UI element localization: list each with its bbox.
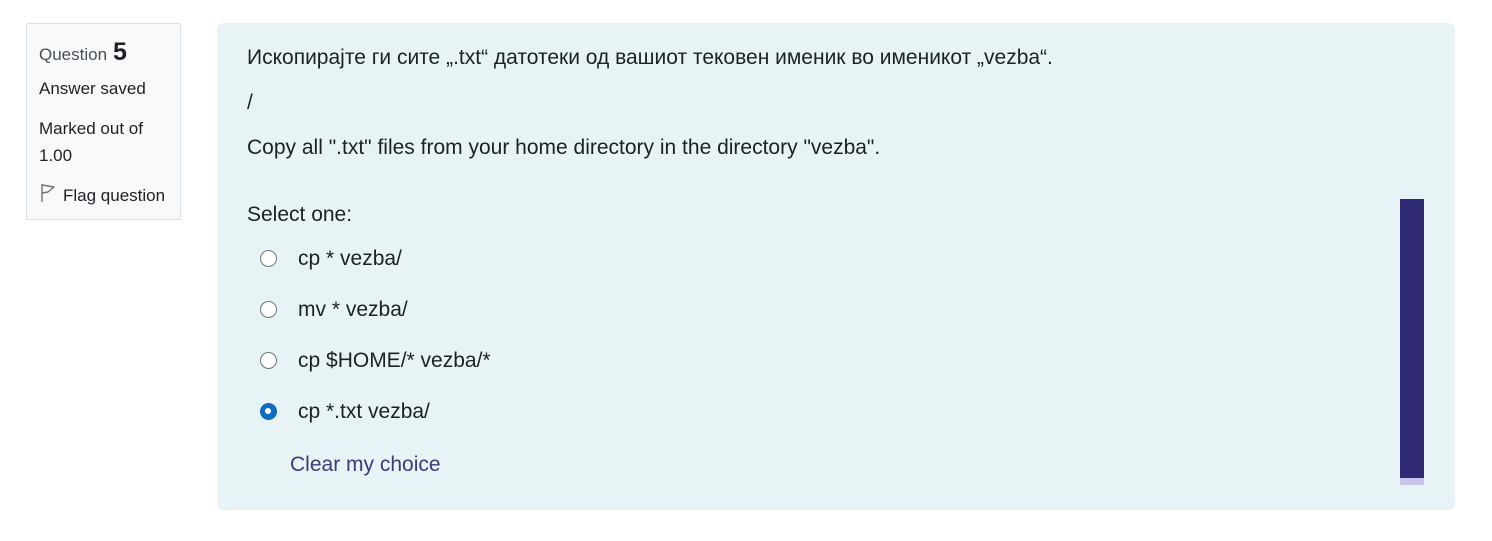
answer-option[interactable]: cp $HOME/* vezba/* [260, 335, 1425, 386]
question-label: Question [39, 45, 108, 64]
question-text-macedonian: Ископирајте ги сите „.txt“ датотеки од в… [247, 46, 1053, 69]
clear-choice-link[interactable]: Clear my choice [290, 453, 441, 477]
radio-button[interactable] [260, 352, 277, 369]
question-number-row: Question 5 [39, 38, 168, 67]
radio-button[interactable] [260, 250, 277, 267]
answer-options: cp * vezba/ mv * vezba/ cp $HOME/* vezba… [247, 233, 1425, 437]
option-label: mv * vezba/ [298, 297, 408, 321]
answer-option[interactable]: mv * vezba/ [260, 284, 1425, 335]
answer-option[interactable]: cp *.txt vezba/ [260, 386, 1425, 437]
flag-icon [39, 183, 63, 208]
flag-question-button[interactable]: Flag question [39, 183, 168, 208]
option-label: cp *.txt vezba/ [298, 399, 430, 423]
flag-label: Flag question [63, 185, 166, 205]
radio-button-selected[interactable] [260, 403, 277, 420]
question-content: Ископирајте ги сите „.txt“ датотеки од в… [217, 23, 1455, 510]
answer-option[interactable]: cp * vezba/ [260, 233, 1425, 284]
question-state: Answer saved [39, 79, 146, 98]
scrollbar[interactable] [1400, 199, 1424, 485]
question-number: 5 [113, 38, 127, 66]
question-text: Ископирајте ги сите „.txt“ датотеки од в… [247, 45, 1425, 161]
option-label: cp $HOME/* vezba/* [298, 348, 491, 372]
question-text-separator: / [247, 91, 253, 114]
select-prompt: Select one: [247, 203, 353, 226]
option-label: cp * vezba/ [298, 246, 402, 270]
question-grade: Marked out of 1.00 [39, 119, 143, 165]
radio-button[interactable] [260, 301, 277, 318]
scrollbar-thumb[interactable] [1400, 199, 1424, 478]
question-text-english: Copy all ".txt" files from your home dir… [247, 136, 881, 159]
question-info-panel: Question 5 Answer saved Marked out of 1.… [26, 23, 181, 220]
